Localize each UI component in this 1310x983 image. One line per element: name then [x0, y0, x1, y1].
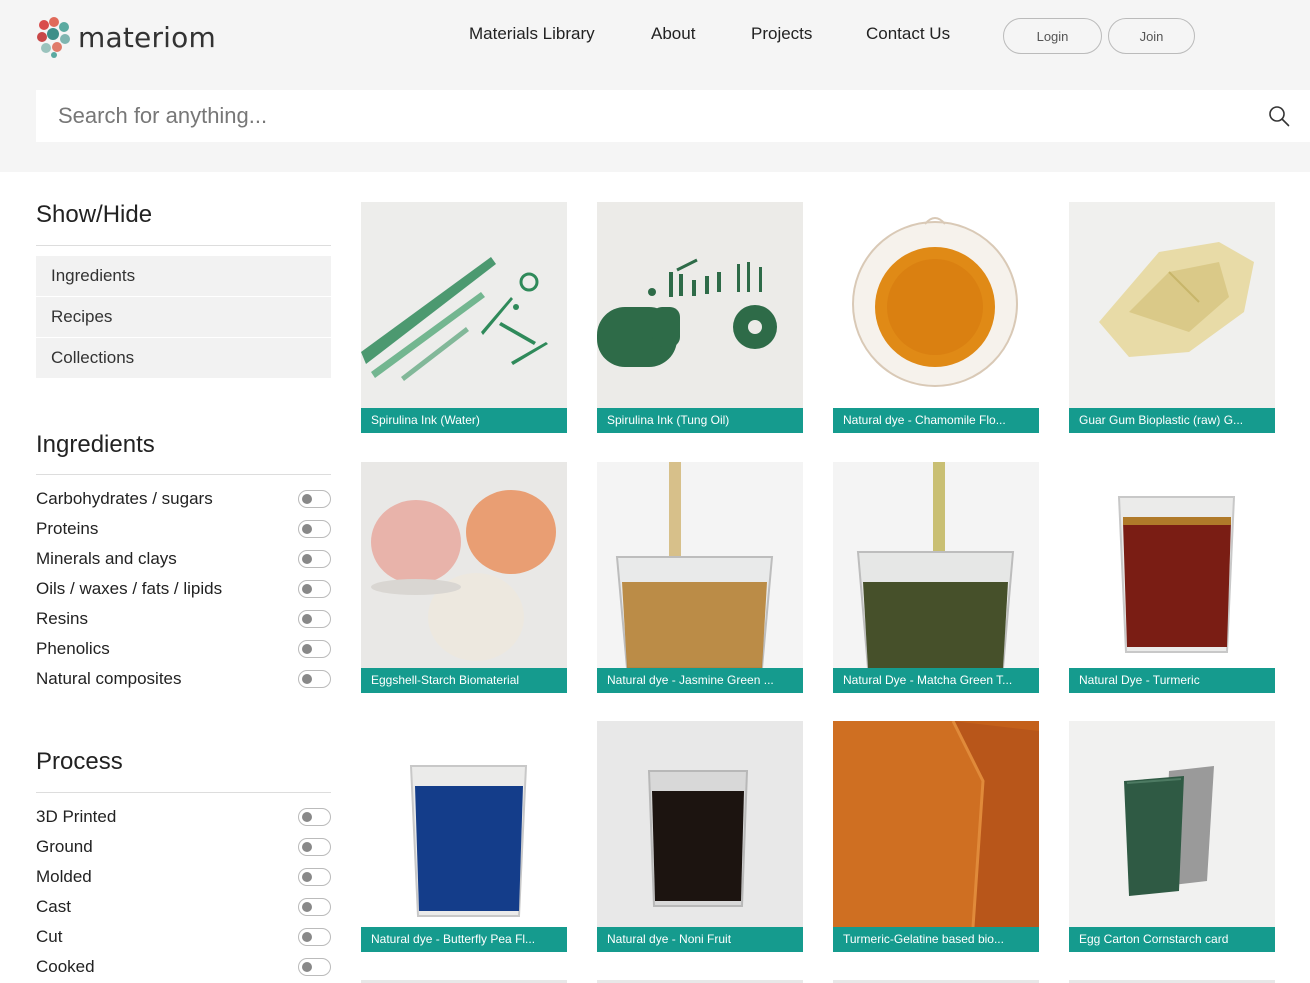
material-title: Spirulina Ink (Tung Oil) — [597, 408, 803, 433]
show-hide-ingredients[interactable]: Ingredients — [36, 256, 331, 296]
filter-toggle[interactable] — [298, 928, 331, 946]
material-title: Eggshell-Starch Biomaterial — [361, 668, 567, 693]
material-thumbnail — [1069, 202, 1275, 408]
material-title: Egg Carton Cornstarch card — [1069, 927, 1275, 952]
material-card[interactable]: Natural dye - Noni Fruit — [597, 721, 803, 952]
ingredients-title: Ingredients — [36, 431, 155, 458]
divider — [36, 245, 331, 246]
filter-toggle[interactable] — [298, 610, 331, 628]
material-title: Natural Dye - Matcha Green T... — [833, 668, 1039, 693]
material-thumbnail — [361, 462, 567, 668]
material-thumbnail — [833, 462, 1039, 668]
material-title: Spirulina Ink (Water) — [361, 408, 567, 433]
material-thumbnail — [361, 202, 567, 408]
filter-row: Cooked — [36, 955, 331, 979]
material-card[interactable]: Egg Carton Cornstarch card — [1069, 721, 1275, 952]
filter-toggle[interactable] — [298, 520, 331, 538]
brand-name: materiom — [78, 20, 216, 54]
filter-toggle[interactable] — [298, 868, 331, 886]
material-thumbnail — [597, 462, 803, 668]
filter-toggle[interactable] — [298, 898, 331, 916]
filter-label: Minerals and clays — [36, 549, 177, 568]
material-card[interactable]: Spirulina Ink (Water) — [361, 202, 567, 433]
filter-row: Resins — [36, 607, 331, 631]
filter-row: Cut — [36, 925, 331, 949]
material-thumbnail — [1069, 462, 1275, 668]
material-thumbnail — [597, 721, 803, 927]
brand-logo[interactable]: materiom — [34, 16, 216, 58]
filter-row: Natural composites — [36, 667, 331, 691]
filter-label: Proteins — [36, 519, 99, 538]
nav-about[interactable]: About — [651, 24, 695, 44]
material-card[interactable]: Natural dye - Jasmine Green ... — [597, 462, 803, 693]
materiom-logo-icon — [37, 17, 70, 58]
filter-toggle[interactable] — [298, 580, 331, 598]
filter-label: Carbohydrates / sugars — [36, 489, 213, 508]
show-hide-title: Show/Hide — [36, 201, 153, 228]
filter-label: Molded — [36, 867, 92, 886]
header: materiom Materials Library About Project… — [0, 0, 1310, 172]
filter-label: Natural composites — [36, 669, 182, 688]
divider — [36, 792, 331, 793]
filter-row: Cast — [36, 895, 331, 919]
nav-contact-us[interactable]: Contact Us — [866, 24, 950, 44]
filter-label: Cooked — [36, 957, 95, 976]
filter-toggle[interactable] — [298, 640, 331, 658]
search-icon[interactable] — [1268, 105, 1290, 127]
filter-row: Oils / waxes / fats / lipids — [36, 577, 331, 601]
material-card[interactable]: Natural dye - Chamomile Flo... — [833, 202, 1039, 433]
filter-toggle[interactable] — [298, 490, 331, 508]
filter-toggle[interactable] — [298, 958, 331, 976]
material-card[interactable]: Natural dye - Butterfly Pea Fl... — [361, 721, 567, 952]
process-title: Process — [36, 748, 123, 775]
nav-materials-library[interactable]: Materials Library — [469, 24, 595, 44]
material-title: Turmeric-Gelatine based bio... — [833, 927, 1039, 952]
material-card[interactable]: Spirulina Ink (Tung Oil) — [597, 202, 803, 433]
material-title: Natural dye - Chamomile Flo... — [833, 408, 1039, 433]
material-title: Guar Gum Bioplastic (raw) G... — [1069, 408, 1275, 433]
filter-label: Cut — [36, 927, 63, 946]
material-card[interactable]: Natural Dye - Turmeric — [1069, 462, 1275, 693]
divider — [36, 474, 331, 475]
material-thumbnail — [833, 202, 1039, 408]
material-thumbnail — [361, 721, 567, 927]
material-card[interactable]: Natural Dye - Matcha Green T... — [833, 462, 1039, 693]
filter-row: Molded — [36, 865, 331, 889]
material-title: Natural dye - Butterfly Pea Fl... — [361, 927, 567, 952]
nav-projects[interactable]: Projects — [751, 24, 812, 44]
show-hide-collections[interactable]: Collections — [36, 338, 331, 378]
filter-row: Minerals and clays — [36, 547, 331, 571]
material-title: Natural dye - Jasmine Green ... — [597, 668, 803, 693]
filter-toggle[interactable] — [298, 808, 331, 826]
search-bar — [36, 90, 1310, 142]
filter-toggle[interactable] — [298, 550, 331, 568]
filter-toggle[interactable] — [298, 670, 331, 688]
filter-label: Phenolics — [36, 639, 110, 658]
join-button[interactable]: Join — [1108, 18, 1195, 54]
material-thumbnail — [597, 202, 803, 408]
filter-label: Oils / waxes / fats / lipids — [36, 579, 223, 598]
login-button[interactable]: Login — [1003, 18, 1102, 54]
filter-row: Phenolics — [36, 637, 331, 661]
filter-row: 3D Printed — [36, 805, 331, 829]
material-card[interactable]: Turmeric-Gelatine based bio... — [833, 721, 1039, 952]
filter-row: Ground — [36, 835, 331, 859]
filter-row: Carbohydrates / sugars — [36, 487, 331, 511]
material-title: Natural dye - Noni Fruit — [597, 927, 803, 952]
material-card[interactable]: Eggshell-Starch Biomaterial — [361, 462, 567, 693]
material-thumbnail — [1069, 721, 1275, 927]
material-card[interactable]: Guar Gum Bioplastic (raw) G... — [1069, 202, 1275, 433]
material-title: Natural Dye - Turmeric — [1069, 668, 1275, 693]
search-input[interactable] — [36, 90, 1238, 142]
filter-label: Cast — [36, 897, 71, 916]
filter-label: Resins — [36, 609, 88, 628]
show-hide-recipes[interactable]: Recipes — [36, 297, 331, 337]
filter-label: 3D Printed — [36, 807, 117, 826]
material-thumbnail — [833, 721, 1039, 927]
filter-row: Proteins — [36, 517, 331, 541]
filter-toggle[interactable] — [298, 838, 331, 856]
filter-label: Ground — [36, 837, 93, 856]
